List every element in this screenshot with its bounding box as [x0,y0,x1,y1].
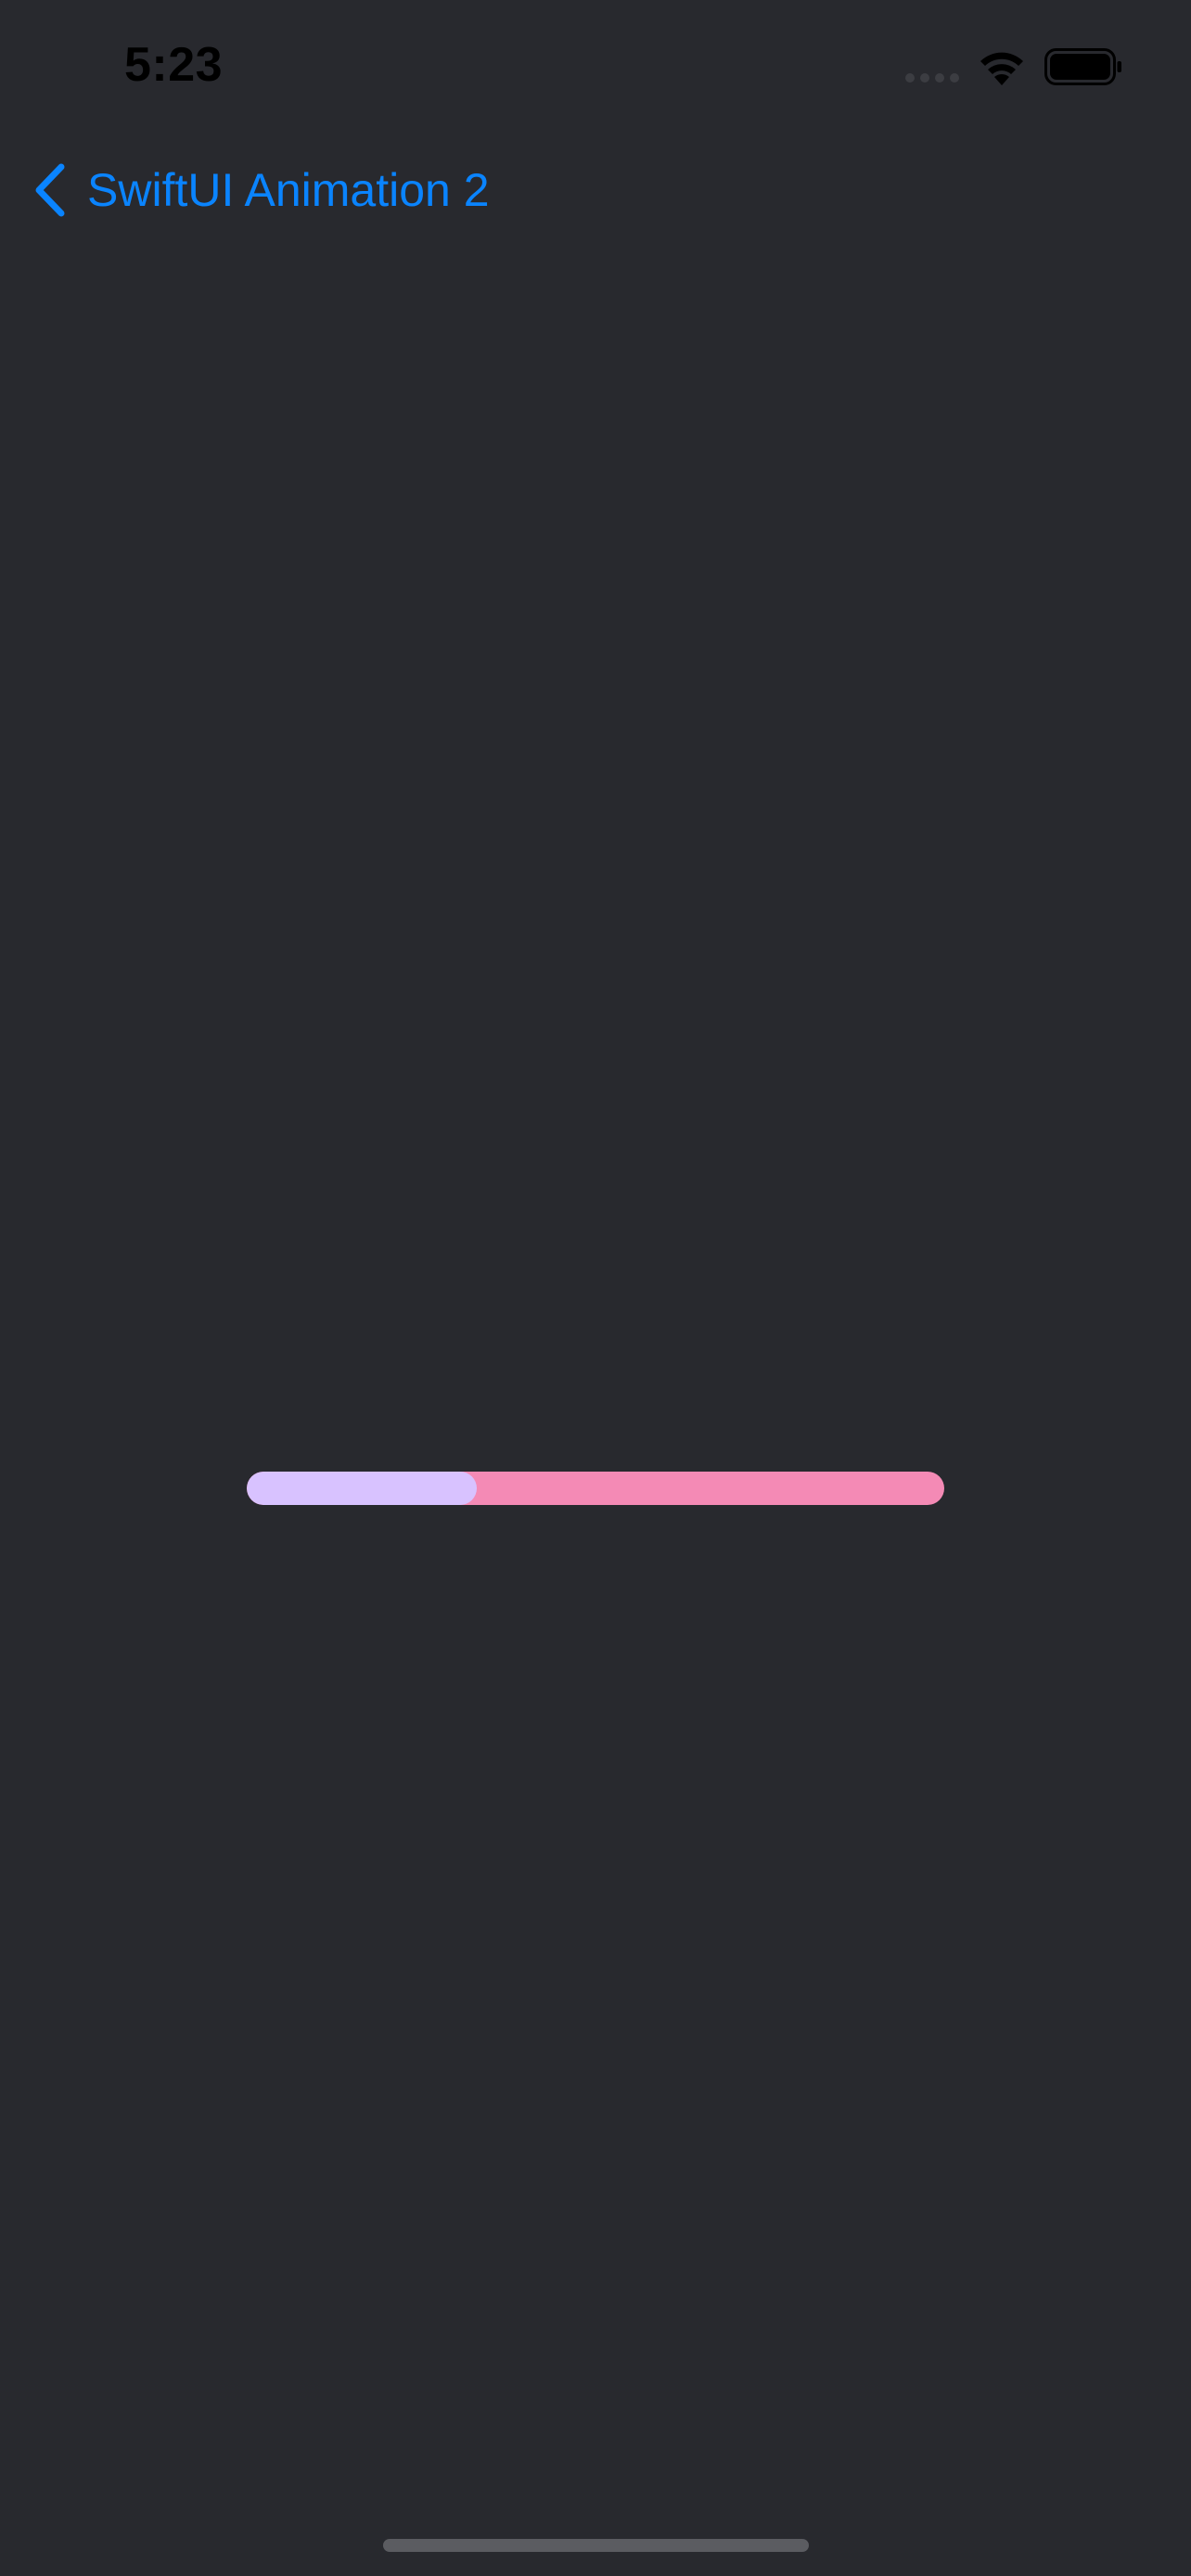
home-indicator[interactable] [383,2539,809,2552]
cellular-signal-icon [905,73,959,83]
status-bar: 5:23 [0,0,1191,139]
status-time: 5:23 [124,38,224,92]
back-button-label: SwiftUI Animation 2 [87,164,490,216]
wifi-icon [980,52,1023,85]
chevron-left-icon [35,163,65,217]
progress-bar-fill [247,1472,478,1505]
back-button[interactable]: SwiftUI Animation 2 [33,159,490,221]
progress-bar [247,1472,944,1505]
battery-icon [1044,48,1121,85]
navigation-bar: SwiftUI Animation 2 [0,148,1191,232]
